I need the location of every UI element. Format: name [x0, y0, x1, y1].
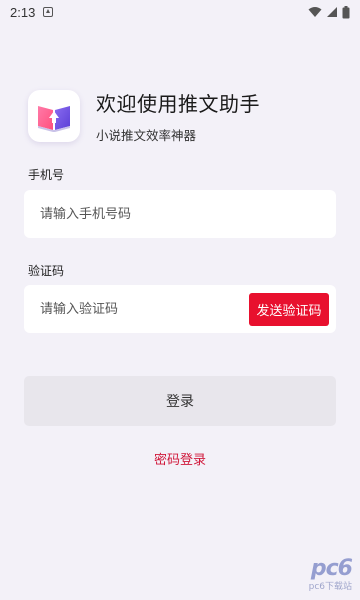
- code-input[interactable]: [24, 285, 244, 333]
- phone-label: 手机号: [28, 168, 65, 182]
- login-button[interactable]: 登录: [24, 376, 336, 426]
- status-icons: [308, 5, 350, 19]
- battery-icon: [342, 5, 350, 18]
- watermark-logo: pc6: [310, 556, 353, 581]
- notification-icon: [43, 7, 54, 17]
- watermark: pc6 pc6下载站: [308, 556, 353, 592]
- app-subtitle: 小说推文效率神器: [96, 128, 197, 143]
- status-time: 2:13: [10, 4, 36, 20]
- phone-field-container: [24, 190, 336, 238]
- app-title: 欢迎使用推文助手: [96, 92, 260, 116]
- password-login-link[interactable]: 密码登录: [0, 449, 360, 468]
- code-field-container: 发送验证码: [24, 285, 336, 333]
- app-logo: [28, 90, 80, 142]
- watermark-text: pc6下载站: [308, 582, 352, 592]
- welcome-header: 欢迎使用推文助手 小说推文效率神器: [28, 88, 260, 144]
- phone-input[interactable]: [24, 190, 336, 238]
- wifi-icon: [308, 7, 322, 17]
- signal-icon: [327, 7, 337, 17]
- status-bar: 2:13: [0, 0, 360, 24]
- book-logo-icon: [38, 106, 70, 132]
- send-code-button[interactable]: 发送验证码: [249, 293, 329, 326]
- code-label: 验证码: [28, 264, 65, 278]
